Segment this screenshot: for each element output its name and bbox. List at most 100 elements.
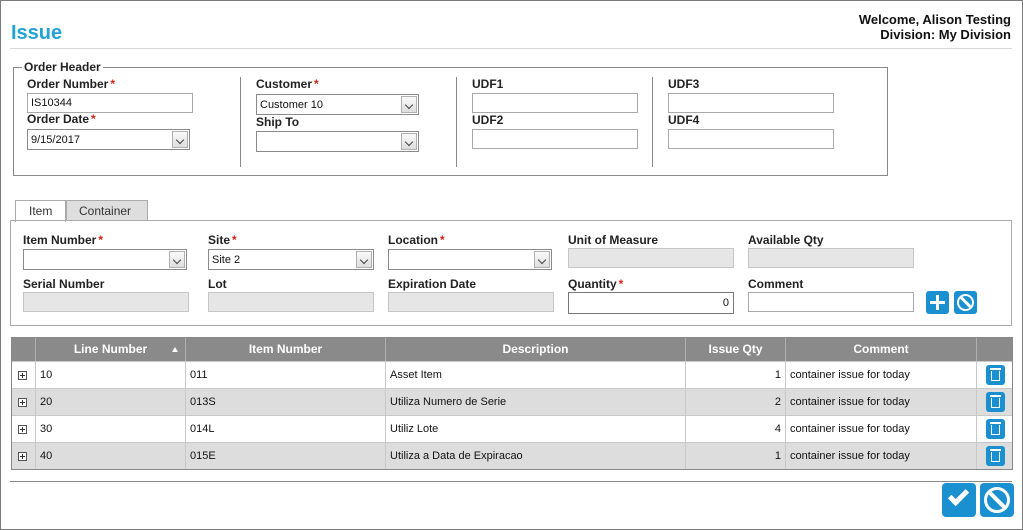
tab-item[interactable]: Item (15, 200, 66, 222)
udf2-label: UDF2 (472, 113, 504, 127)
cancel-button[interactable] (980, 483, 1014, 517)
cancel-icon (957, 294, 974, 311)
customer-select[interactable]: Customer 10 (256, 94, 419, 115)
check-icon (947, 484, 970, 507)
expand-column-header (12, 338, 36, 361)
description-cell: Utiliz Lote (386, 416, 686, 442)
comment-cell: container issue for today (786, 389, 977, 415)
expand-cell (12, 362, 36, 388)
clear-item-button[interactable] (954, 291, 977, 314)
site-label: Site * (208, 233, 237, 247)
comment-cell: container issue for today (786, 362, 977, 388)
expiration-date-label: Expiration Date (388, 277, 477, 291)
line-number-cell: 40 (36, 443, 186, 469)
issue-qty-cell: 2 (686, 389, 786, 415)
footer-divider (10, 481, 1012, 482)
tab-container[interactable]: Container (66, 200, 148, 221)
column-header-issue-qty[interactable]: Issue Qty (686, 338, 786, 361)
udf1-field[interactable] (472, 93, 638, 113)
expiration-date-field (388, 292, 554, 312)
item-number-label: Item Number * (23, 233, 104, 247)
title-divider (10, 48, 1012, 49)
expand-cell (12, 389, 36, 415)
chevron-down-icon[interactable] (401, 96, 417, 113)
chevron-down-icon[interactable] (401, 133, 417, 150)
item-number-cell: 015E (186, 443, 386, 469)
table-row[interactable]: 10 011 Asset Item 1 container issue for … (12, 361, 1012, 388)
site-select[interactable]: Site 2 (208, 249, 374, 270)
ship-to-select[interactable] (256, 131, 419, 152)
division-text: Division: My Division (880, 27, 1011, 42)
item-number-select[interactable] (23, 249, 187, 270)
order-number-field[interactable]: IS10344 (27, 93, 193, 113)
order-date-label: Order Date * (27, 112, 96, 126)
udf3-field[interactable] (668, 93, 834, 113)
comment-label: Comment (748, 277, 804, 291)
expand-icon[interactable] (18, 425, 27, 434)
udf4-field[interactable] (668, 129, 834, 149)
chevron-down-icon[interactable] (169, 251, 185, 268)
description-cell: Asset Item (386, 362, 686, 388)
welcome-text: Welcome, Alison Testing (858, 12, 1011, 27)
actions-cell (977, 362, 1012, 388)
udf2-field[interactable] (472, 129, 638, 149)
order-header-legend: Order Header (24, 60, 101, 74)
header-divider (240, 77, 241, 167)
order-header-panel: Order Header (13, 60, 888, 176)
chevron-down-icon[interactable] (172, 131, 188, 148)
issue-qty-cell: 1 (686, 362, 786, 388)
location-label: Location * (388, 233, 445, 247)
location-select[interactable] (388, 249, 552, 270)
line-number-cell: 30 (36, 416, 186, 442)
actions-column-header (977, 338, 1012, 361)
item-number-cell: 013S (186, 389, 386, 415)
page-title: Issue (11, 22, 63, 44)
order-number-label: Order Number * (27, 77, 116, 91)
description-cell: Utiliza Numero de Serie (386, 389, 686, 415)
line-number-cell: 20 (36, 389, 186, 415)
comment-field[interactable] (748, 292, 914, 312)
submit-button[interactable] (942, 483, 976, 517)
serial-number-field (23, 292, 189, 312)
column-header-line-number[interactable]: Line Number (36, 338, 186, 361)
sort-ascending-icon[interactable] (172, 347, 178, 352)
trash-icon[interactable] (986, 365, 1005, 385)
actions-cell (977, 389, 1012, 415)
unit-of-measure-field (568, 248, 734, 268)
cancel-icon (984, 487, 1010, 513)
udf4-label: UDF4 (668, 113, 700, 127)
header-divider (456, 77, 457, 167)
customer-label: Customer * (256, 77, 319, 91)
ship-to-label: Ship To (256, 115, 300, 129)
expand-cell (12, 443, 36, 469)
line-number-cell: 10 (36, 362, 186, 388)
grid-header: Line Number Item Number Description Issu… (12, 338, 1012, 361)
table-row[interactable]: 40 015E Utiliza a Data de Expiracao 1 co… (12, 442, 1012, 469)
order-date-picker[interactable]: 9/15/2017 (27, 129, 190, 150)
expand-icon[interactable] (18, 371, 27, 380)
table-row[interactable]: 20 013S Utiliza Numero de Serie 2 contai… (12, 388, 1012, 415)
quantity-field[interactable]: 0 (568, 292, 734, 314)
user-info: Welcome, Alison Testing Division: My Div… (859, 12, 1011, 42)
comment-cell: container issue for today (786, 416, 977, 442)
table-row[interactable]: 30 014L Utiliz Lote 4 container issue fo… (12, 415, 1012, 442)
add-line-button[interactable] (926, 291, 949, 314)
trash-icon[interactable] (986, 419, 1005, 439)
expand-icon[interactable] (18, 452, 27, 461)
column-header-item-number[interactable]: Item Number (186, 338, 386, 361)
udf1-label: UDF1 (472, 77, 504, 91)
issue-qty-cell: 1 (686, 443, 786, 469)
udf3-label: UDF3 (668, 77, 700, 91)
issue-qty-cell: 4 (686, 416, 786, 442)
quantity-label: Quantity * (568, 277, 624, 291)
trash-icon[interactable] (986, 446, 1005, 466)
column-header-description[interactable]: Description (386, 338, 686, 361)
trash-icon[interactable] (986, 392, 1005, 412)
column-header-comment[interactable]: Comment (786, 338, 977, 361)
expand-icon[interactable] (18, 398, 27, 407)
available-qty-label: Available Qty (748, 233, 824, 247)
item-number-cell: 011 (186, 362, 386, 388)
chevron-down-icon[interactable] (356, 251, 372, 268)
chevron-down-icon[interactable] (534, 251, 550, 268)
available-qty-field (748, 248, 914, 268)
